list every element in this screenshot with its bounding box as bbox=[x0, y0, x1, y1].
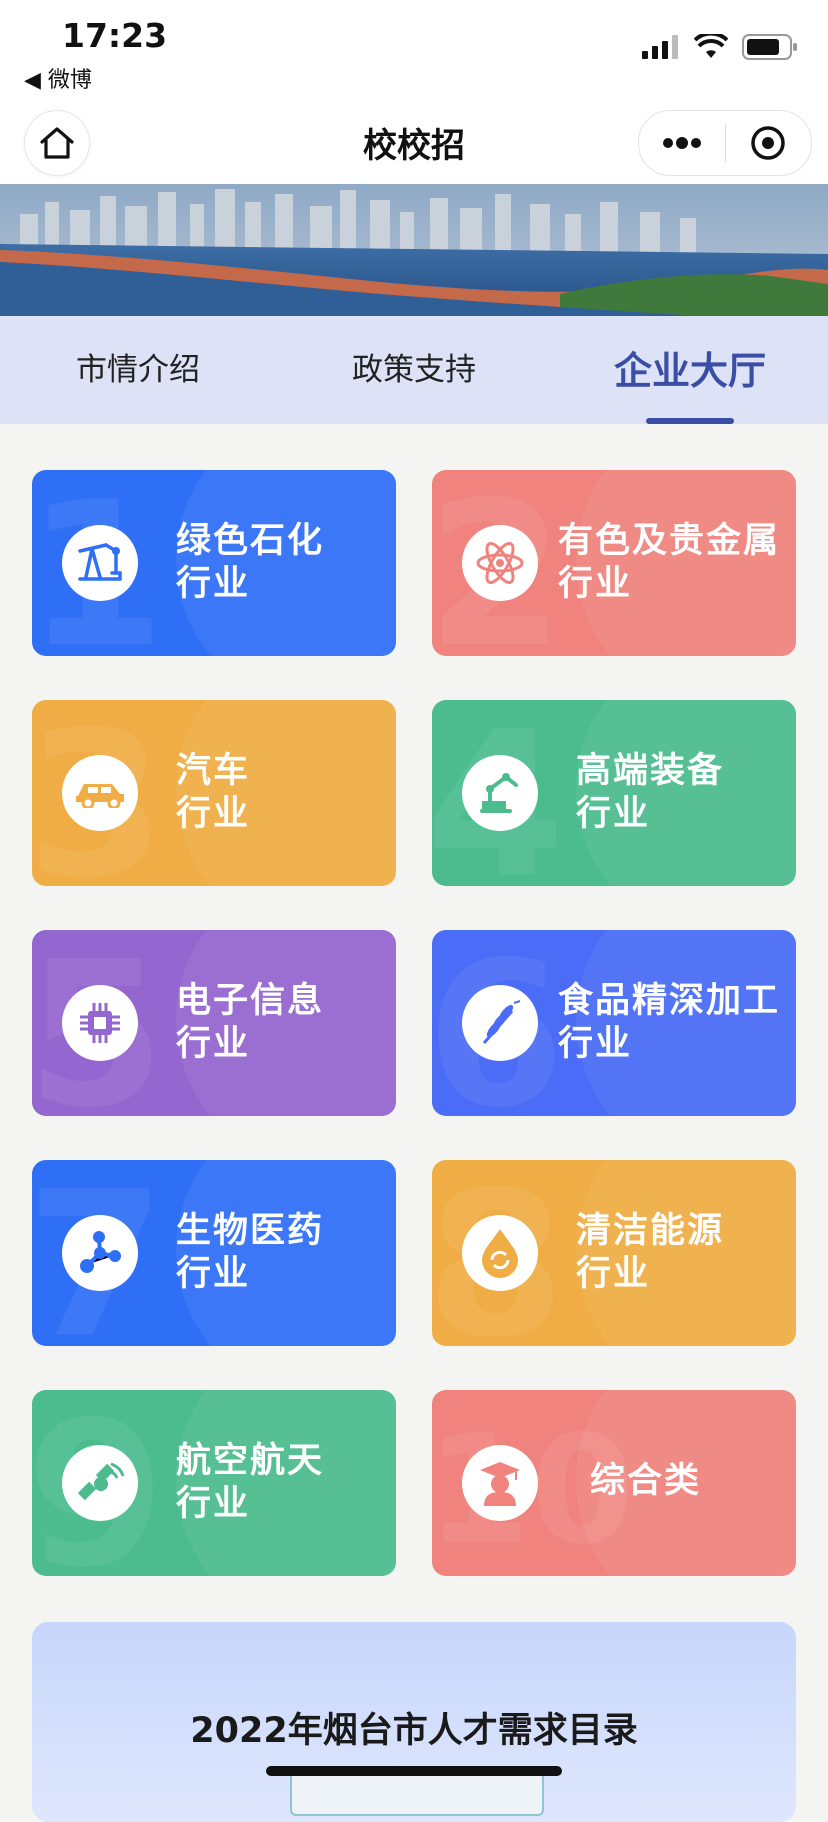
wheat-icon bbox=[462, 985, 538, 1061]
industry-card-label: 汽车 行业 bbox=[176, 751, 251, 834]
car-icon bbox=[62, 755, 138, 831]
more-button[interactable] bbox=[639, 111, 725, 175]
industry-card-label: 食品精深加工 行业 bbox=[558, 981, 781, 1064]
atom-icon bbox=[462, 525, 538, 601]
industry-card-label: 绿色石化 行业 bbox=[176, 521, 325, 604]
industry-card-biomedicine[interactable]: 7 生物医药 行业 bbox=[32, 1160, 396, 1346]
industry-card-label: 有色及贵金属 行业 bbox=[558, 521, 781, 604]
city-skyline-illustration bbox=[0, 184, 828, 316]
industry-card-label: 航空航天 行业 bbox=[176, 1441, 325, 1524]
home-indicator[interactable] bbox=[266, 1766, 562, 1776]
city-banner-image bbox=[0, 184, 828, 316]
status-time: 17:23 bbox=[62, 16, 168, 55]
chip-icon bbox=[62, 985, 138, 1061]
catalog-title: 2022年烟台市人才需求目录 bbox=[190, 1711, 638, 1751]
industry-card-clean-energy[interactable]: 8 清洁能源 行业 bbox=[432, 1160, 796, 1346]
industry-card-aerospace[interactable]: 9 航空航天 行业 bbox=[32, 1390, 396, 1576]
close-miniprogram-button[interactable] bbox=[726, 111, 812, 175]
miniprogram-capsule bbox=[638, 110, 812, 176]
signal-icon bbox=[642, 35, 678, 59]
nav-bar: 校校招 bbox=[0, 100, 828, 184]
wifi-icon bbox=[694, 34, 728, 58]
molecule-icon bbox=[62, 1215, 138, 1291]
industry-card-nonferrous-precious-metals[interactable]: 2 有色及贵金属 行业 bbox=[432, 470, 796, 656]
active-tab-indicator bbox=[646, 418, 734, 424]
industry-card-label: 高端装备 行业 bbox=[576, 751, 725, 834]
tab-bar: 市情介绍 政策支持 企业大厅 bbox=[0, 316, 828, 424]
battery-icon bbox=[742, 34, 797, 60]
industry-card-label: 电子信息 行业 bbox=[176, 981, 325, 1064]
back-to-app-link[interactable]: ◀ 微博 bbox=[24, 62, 92, 94]
satellite-icon bbox=[62, 1445, 138, 1521]
catalog-cover-image bbox=[290, 1772, 544, 1816]
industry-card-electronic-information[interactable]: 5 电子信息 行业 bbox=[32, 930, 396, 1116]
industry-card-food-processing[interactable]: 6 食品精深加工 行业 bbox=[432, 930, 796, 1116]
more-icon bbox=[662, 137, 701, 149]
tab-city-intro[interactable]: 市情介绍 bbox=[0, 344, 276, 389]
industry-card-comprehensive[interactable]: 10 综合类 bbox=[432, 1390, 796, 1576]
talent-demand-catalog-banner[interactable]: 2022年烟台市人才需求目录 bbox=[32, 1622, 796, 1822]
target-icon bbox=[751, 126, 785, 160]
energy-drop-icon bbox=[462, 1215, 538, 1291]
industry-card-label: 生物医药 行业 bbox=[176, 1211, 325, 1294]
tab-enterprise-hall[interactable]: 企业大厅 bbox=[552, 340, 828, 395]
industry-card-high-end-equipment[interactable]: 4 高端装备 行业 bbox=[432, 700, 796, 886]
tab-policy-support[interactable]: 政策支持 bbox=[276, 344, 552, 389]
oil-pump-icon bbox=[62, 525, 138, 601]
status-bar: 17:23 ◀ 微博 bbox=[0, 0, 828, 100]
robot-arm-icon bbox=[462, 755, 538, 831]
industry-card-label: 综合类 bbox=[590, 1461, 702, 1501]
status-indicators bbox=[642, 34, 798, 60]
industry-card-green-petrochemical[interactable]: 1 绿色石化 行业 bbox=[32, 470, 396, 656]
industry-card-label: 清洁能源 行业 bbox=[576, 1211, 725, 1294]
industry-card-automotive[interactable]: 3 汽车 行业 bbox=[32, 700, 396, 886]
graduate-icon bbox=[462, 1445, 538, 1521]
